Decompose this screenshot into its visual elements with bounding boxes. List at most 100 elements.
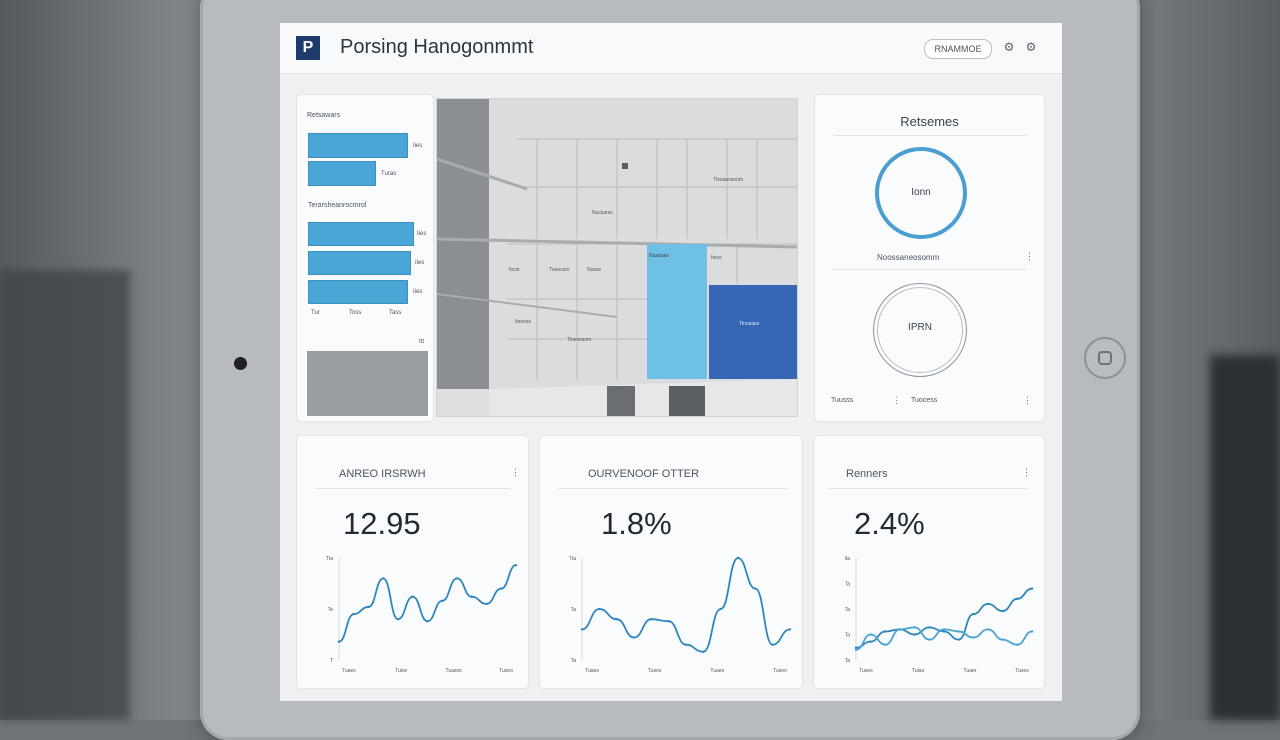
more-icon[interactable]: ⋮: [511, 467, 520, 478]
data-point: [1016, 597, 1019, 600]
parking-zone-light[interactable]: [647, 244, 707, 379]
data-point: [580, 628, 584, 631]
data-point: [898, 628, 902, 631]
data-point: [913, 633, 916, 636]
data-point: [884, 643, 887, 646]
more-icon[interactable]: ⋮: [1023, 395, 1032, 406]
block-tag: Itt: [419, 339, 425, 345]
metric-title: Renners: [846, 468, 888, 480]
app-title: Porsing Hanogonmmt: [340, 36, 534, 58]
map-structure: [607, 386, 635, 416]
panel-title: Retsemes: [900, 114, 959, 129]
data-point: [411, 595, 414, 598]
footer-label: Tuusss: [831, 397, 854, 404]
x-tick-label: Tuses: [859, 668, 873, 674]
data-point: [754, 587, 757, 590]
data-point: [928, 638, 931, 641]
data-point: [514, 563, 518, 567]
map-label: Nuadaes: [649, 253, 670, 259]
x-tick-label: Tuisa: [912, 668, 924, 674]
more-icon[interactable]: ⋮: [892, 395, 901, 406]
bar: [308, 161, 376, 186]
data-point: [884, 630, 887, 633]
results-panel: Retsemes Ionn Noossaneosomm ⋮ IPRN Tuuss…: [814, 94, 1045, 422]
x-tick-label: Tuise: [395, 668, 407, 674]
map-label: Itess: [711, 255, 722, 261]
bar-label: Iies: [413, 289, 423, 295]
home-button[interactable]: [1084, 337, 1126, 379]
x-tick-label: Tuses: [1015, 668, 1029, 674]
parking-zone-dark[interactable]: [709, 285, 797, 379]
map-building: [437, 99, 489, 389]
data-point: [957, 630, 960, 633]
parking-map[interactable]: Tlosaanseom Nuclueso Nuadaes Itess Itcoi…: [436, 98, 798, 417]
x-tick-label: Tuaes: [585, 668, 599, 674]
map-label: Tueessm: [549, 267, 569, 273]
data-point: [869, 640, 872, 643]
metric-title: ANREO IRSRWH: [339, 468, 426, 480]
bar-label: Turas: [381, 171, 397, 177]
data-point: [337, 640, 341, 643]
data-point: [957, 638, 960, 641]
settings-icon[interactable]: ⚙: [1024, 38, 1038, 56]
more-icon[interactable]: ⋮: [1025, 251, 1034, 262]
background-object: [0, 270, 130, 720]
divider: [833, 269, 1027, 270]
data-point: [702, 650, 705, 654]
data-point: [854, 648, 858, 651]
panel-subheading: Noossaneosomm: [877, 253, 940, 262]
y-tick-label: Ta: [845, 658, 851, 664]
map-label: Tlosaanseom: [713, 177, 743, 183]
data-point: [598, 607, 601, 611]
data-point: [615, 618, 618, 621]
data-point: [986, 602, 990, 606]
more-icon[interactable]: ⋮: [1022, 467, 1031, 478]
data-point: [470, 595, 473, 598]
metric-value: 12.95: [343, 506, 421, 541]
metric-card: Renners ⋮ 2.4% Ita Ta Ta Ta Ta Tuses Tuisa Tuae…: [813, 435, 1045, 689]
app-header: P Porsing Hanogonmmt RNAMMOE ⚙ ⚙: [280, 23, 1062, 74]
data-point: [942, 628, 946, 631]
map-structure: [669, 386, 705, 416]
data-point: [719, 607, 722, 611]
series-line: [581, 557, 791, 653]
resources-panel: Retsawars Iies Turas Terarsheanrocmrol I…: [296, 94, 434, 422]
gray-block: [307, 351, 428, 416]
data-point: [972, 612, 975, 616]
line-chart: Ita Ta Ta Ta Ta Tuses Tuisa Tuaer Tuses: [844, 556, 1034, 674]
data-point: [485, 602, 488, 606]
bar: [308, 280, 408, 304]
data-point: [382, 577, 385, 580]
divider: [558, 488, 788, 489]
metric-card: ANREO IRSRWH ⋮ 12.95 Tta Te T Tuaes Tuise Tua…: [296, 435, 529, 689]
data-point: [426, 620, 429, 623]
bar: [308, 222, 414, 246]
x-tick-label: Tuaer: [964, 668, 977, 674]
data-point: [972, 636, 975, 639]
settings-icon[interactable]: ⚙: [1002, 38, 1016, 56]
y-tick-label: Ta: [845, 582, 851, 588]
data-point: [771, 643, 774, 646]
y-tick-label: Tta: [326, 556, 333, 562]
x-tick-label: Tuasos: [446, 668, 463, 674]
data-point: [1016, 643, 1019, 646]
data-point: [455, 577, 459, 580]
progress-ring: IPRN: [873, 283, 967, 377]
x-tick-label: Tuseo: [773, 668, 787, 674]
footer-label: Tuocess: [911, 397, 938, 404]
y-tick-label: Ta: [571, 658, 577, 664]
data-point: [913, 626, 916, 629]
map-label: Tlnusaes: [739, 321, 760, 327]
line-chart: Tta Ta Ta Tuaes Tuses Tuaeo Tuseo: [569, 556, 792, 674]
y-tick-label: Te: [328, 607, 334, 613]
camera-icon: [234, 357, 247, 370]
dashboard-screen: P Porsing Hanogonmmt RNAMMOE ⚙ ⚙ Retsawa…: [280, 23, 1062, 701]
header-action-button[interactable]: RNAMMOE: [924, 39, 992, 59]
data-point: [928, 626, 931, 629]
app-logo: P: [296, 36, 320, 60]
metric-value: 2.4%: [854, 506, 925, 541]
divider: [828, 488, 1028, 489]
panel-title: Retsawars: [307, 112, 341, 119]
metric-value: 1.8%: [601, 506, 672, 541]
ring-label: IPRN: [908, 322, 932, 333]
